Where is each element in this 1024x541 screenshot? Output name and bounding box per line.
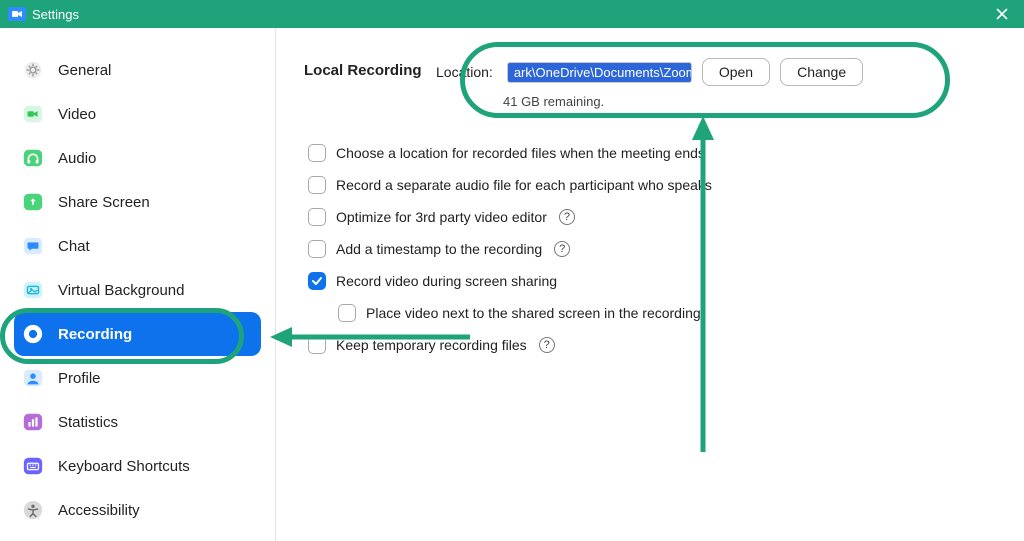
sidebar-item-recording[interactable]: Recording (14, 312, 261, 356)
option-row: Record video during screen sharing (308, 265, 996, 297)
checkbox[interactable] (308, 208, 326, 226)
section-label-local-recording: Local Recording (304, 58, 436, 79)
accessibility-icon (22, 498, 52, 522)
option-label: Optimize for 3rd party video editor (336, 209, 547, 225)
help-icon[interactable]: ? (559, 209, 575, 225)
share-screen-icon (22, 190, 52, 214)
sidebar-item-label: Share Screen (58, 194, 150, 211)
help-icon[interactable]: ? (554, 241, 570, 257)
sidebar-item-audio[interactable]: Audio (14, 136, 261, 180)
checkbox[interactable] (308, 144, 326, 162)
chat-icon (22, 234, 52, 258)
sidebar-item-label: Audio (58, 150, 96, 167)
sidebar-item-label: Statistics (58, 414, 118, 431)
option-row: Place video next to the shared screen in… (338, 297, 996, 329)
sidebar-item-keyboard-shortcuts[interactable]: Keyboard Shortcuts (14, 444, 261, 488)
video-icon (22, 102, 52, 126)
option-row: Keep temporary recording files? (308, 329, 996, 361)
sidebar-item-profile[interactable]: Profile (14, 356, 261, 400)
sidebar-item-virtual-background[interactable]: Virtual Background (14, 268, 261, 312)
headphones-icon (22, 146, 52, 170)
checkbox[interactable] (308, 336, 326, 354)
sidebar-item-video[interactable]: Video (14, 92, 261, 136)
location-label: Location: (436, 64, 493, 80)
sidebar-item-statistics[interactable]: Statistics (14, 400, 261, 444)
option-label: Choose a location for recorded files whe… (336, 145, 705, 161)
titlebar: Settings (0, 0, 1024, 28)
change-button[interactable]: Change (780, 58, 863, 86)
sidebar-item-label: Accessibility (58, 502, 140, 519)
storage-remaining: 41 GB remaining. (503, 94, 996, 109)
record-icon (22, 322, 52, 346)
sidebar-item-share-screen[interactable]: Share Screen (14, 180, 261, 224)
virtual-background-icon (22, 278, 52, 302)
option-label: Add a timestamp to the recording (336, 241, 542, 257)
option-row: Choose a location for recorded files whe… (308, 137, 996, 169)
sidebar-item-accessibility[interactable]: Accessibility (14, 488, 261, 532)
sidebar-item-label: Chat (58, 238, 90, 255)
option-row: Add a timestamp to the recording? (308, 233, 996, 265)
stats-icon (22, 410, 52, 434)
sidebar-item-general[interactable]: General (14, 48, 261, 92)
sidebar: General Video Audio Share Screen Chat (0, 28, 276, 541)
app-icon (8, 7, 26, 21)
checkbox[interactable] (308, 272, 326, 290)
sidebar-item-label: Keyboard Shortcuts (58, 458, 190, 475)
help-icon[interactable]: ? (539, 337, 555, 353)
keyboard-icon (22, 454, 52, 478)
location-path-field[interactable]: ark\OneDrive\Documents\Zoom (507, 62, 692, 83)
content-pane: Local Recording Location: ark\OneDrive\D… (276, 28, 1024, 541)
option-row: Record a separate audio file for each pa… (308, 169, 996, 201)
checkbox[interactable] (308, 176, 326, 194)
option-label: Record video during screen sharing (336, 273, 557, 289)
option-label: Place video next to the shared screen in… (366, 305, 701, 321)
option-label: Keep temporary recording files (336, 337, 527, 353)
sidebar-item-label: Recording (58, 326, 132, 343)
checkbox[interactable] (308, 240, 326, 258)
close-button[interactable] (988, 0, 1016, 28)
checkbox[interactable] (338, 304, 356, 322)
sidebar-item-label: General (58, 62, 111, 79)
sidebar-item-label: Virtual Background (58, 282, 184, 299)
sidebar-item-label: Video (58, 106, 96, 123)
option-row: Optimize for 3rd party video editor? (308, 201, 996, 233)
option-label: Record a separate audio file for each pa… (336, 177, 712, 193)
sidebar-item-chat[interactable]: Chat (14, 224, 261, 268)
window-title: Settings (32, 7, 79, 22)
profile-icon (22, 366, 52, 390)
recording-options: Choose a location for recorded files whe… (308, 137, 996, 361)
sidebar-item-label: Profile (58, 370, 101, 387)
gear-icon (22, 58, 52, 82)
open-button[interactable]: Open (702, 58, 770, 86)
